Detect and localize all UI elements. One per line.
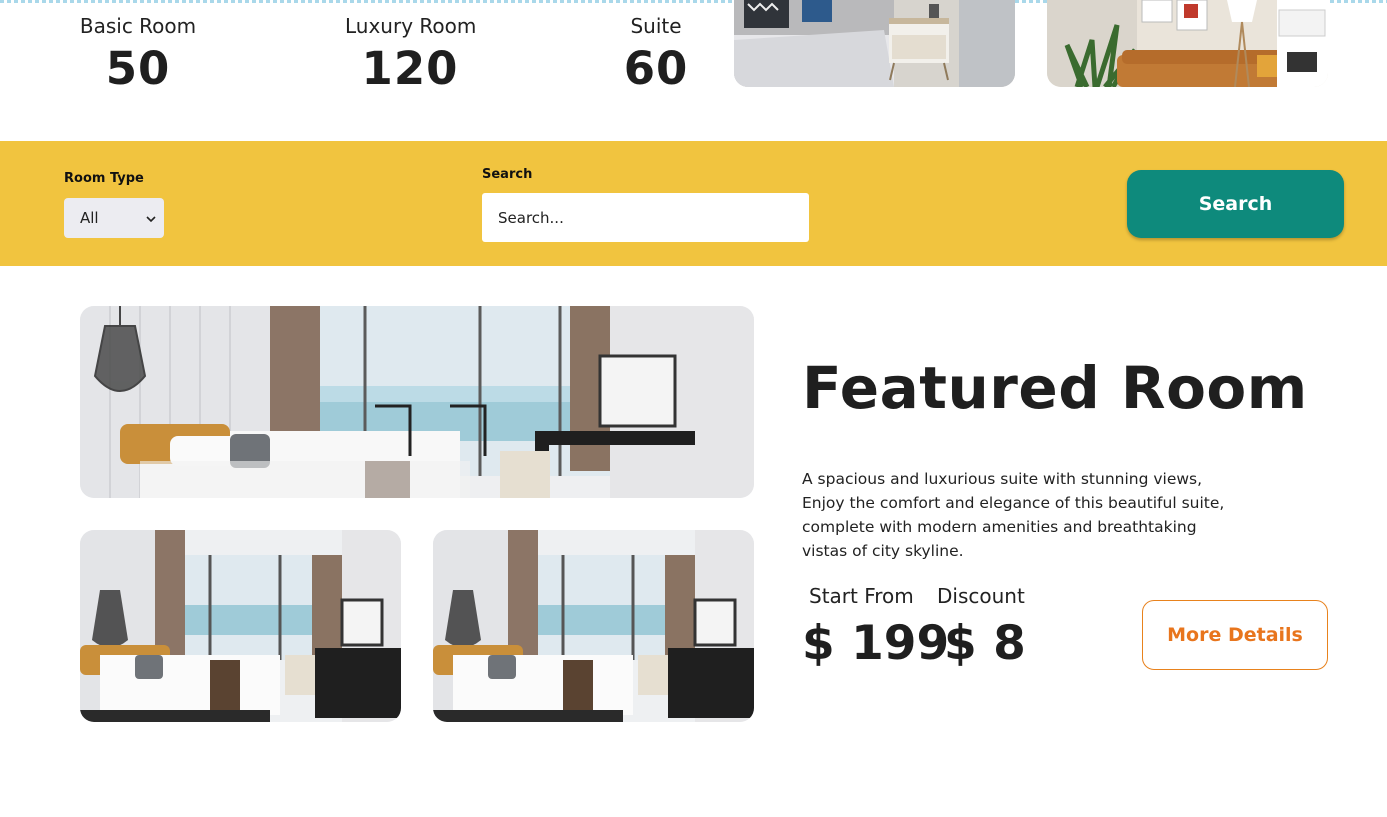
stat-label: Luxury Room: [345, 14, 477, 38]
hero-bedroom-image: [734, 0, 1015, 87]
stat-value: 120: [361, 42, 459, 95]
featured-room-thumbnail-1: [80, 530, 401, 722]
start-from-label: Start From: [809, 584, 914, 608]
featured-room-thumbnail-2: [433, 530, 754, 722]
search-input[interactable]: Search...: [482, 193, 809, 242]
chevron-down-icon: [146, 209, 156, 227]
featured-room-main-photo: [80, 306, 754, 498]
room-type-value: All: [80, 209, 99, 227]
stat-luxury-room: Luxury Room 120: [345, 14, 477, 95]
stat-label: Suite: [630, 14, 682, 38]
stat-value: 50: [105, 42, 171, 95]
filter-band: Room Type All Search Search... Search: [0, 141, 1387, 266]
search-placeholder: Search...: [498, 208, 564, 227]
room-type-select[interactable]: All: [64, 198, 164, 238]
search-button[interactable]: Search: [1127, 170, 1344, 238]
stat-basic-room: Basic Room 50: [78, 14, 198, 95]
stat-label: Basic Room: [79, 14, 197, 38]
search-label: Search: [482, 167, 533, 182]
stat-suite: Suite 60: [615, 14, 697, 95]
featured-room-title: Featured Room: [802, 354, 1308, 422]
more-details-button[interactable]: More Details: [1142, 600, 1328, 670]
stat-value: 60: [623, 42, 689, 95]
discount-price: $ 8: [944, 616, 1026, 671]
featured-room-description: A spacious and luxurious suite with stun…: [802, 470, 1225, 560]
discount-label: Discount: [937, 584, 1025, 608]
room-type-label: Room Type: [64, 171, 144, 186]
hero-living-room-image: [1047, 0, 1328, 87]
start-from-price: $ 199: [802, 616, 950, 671]
